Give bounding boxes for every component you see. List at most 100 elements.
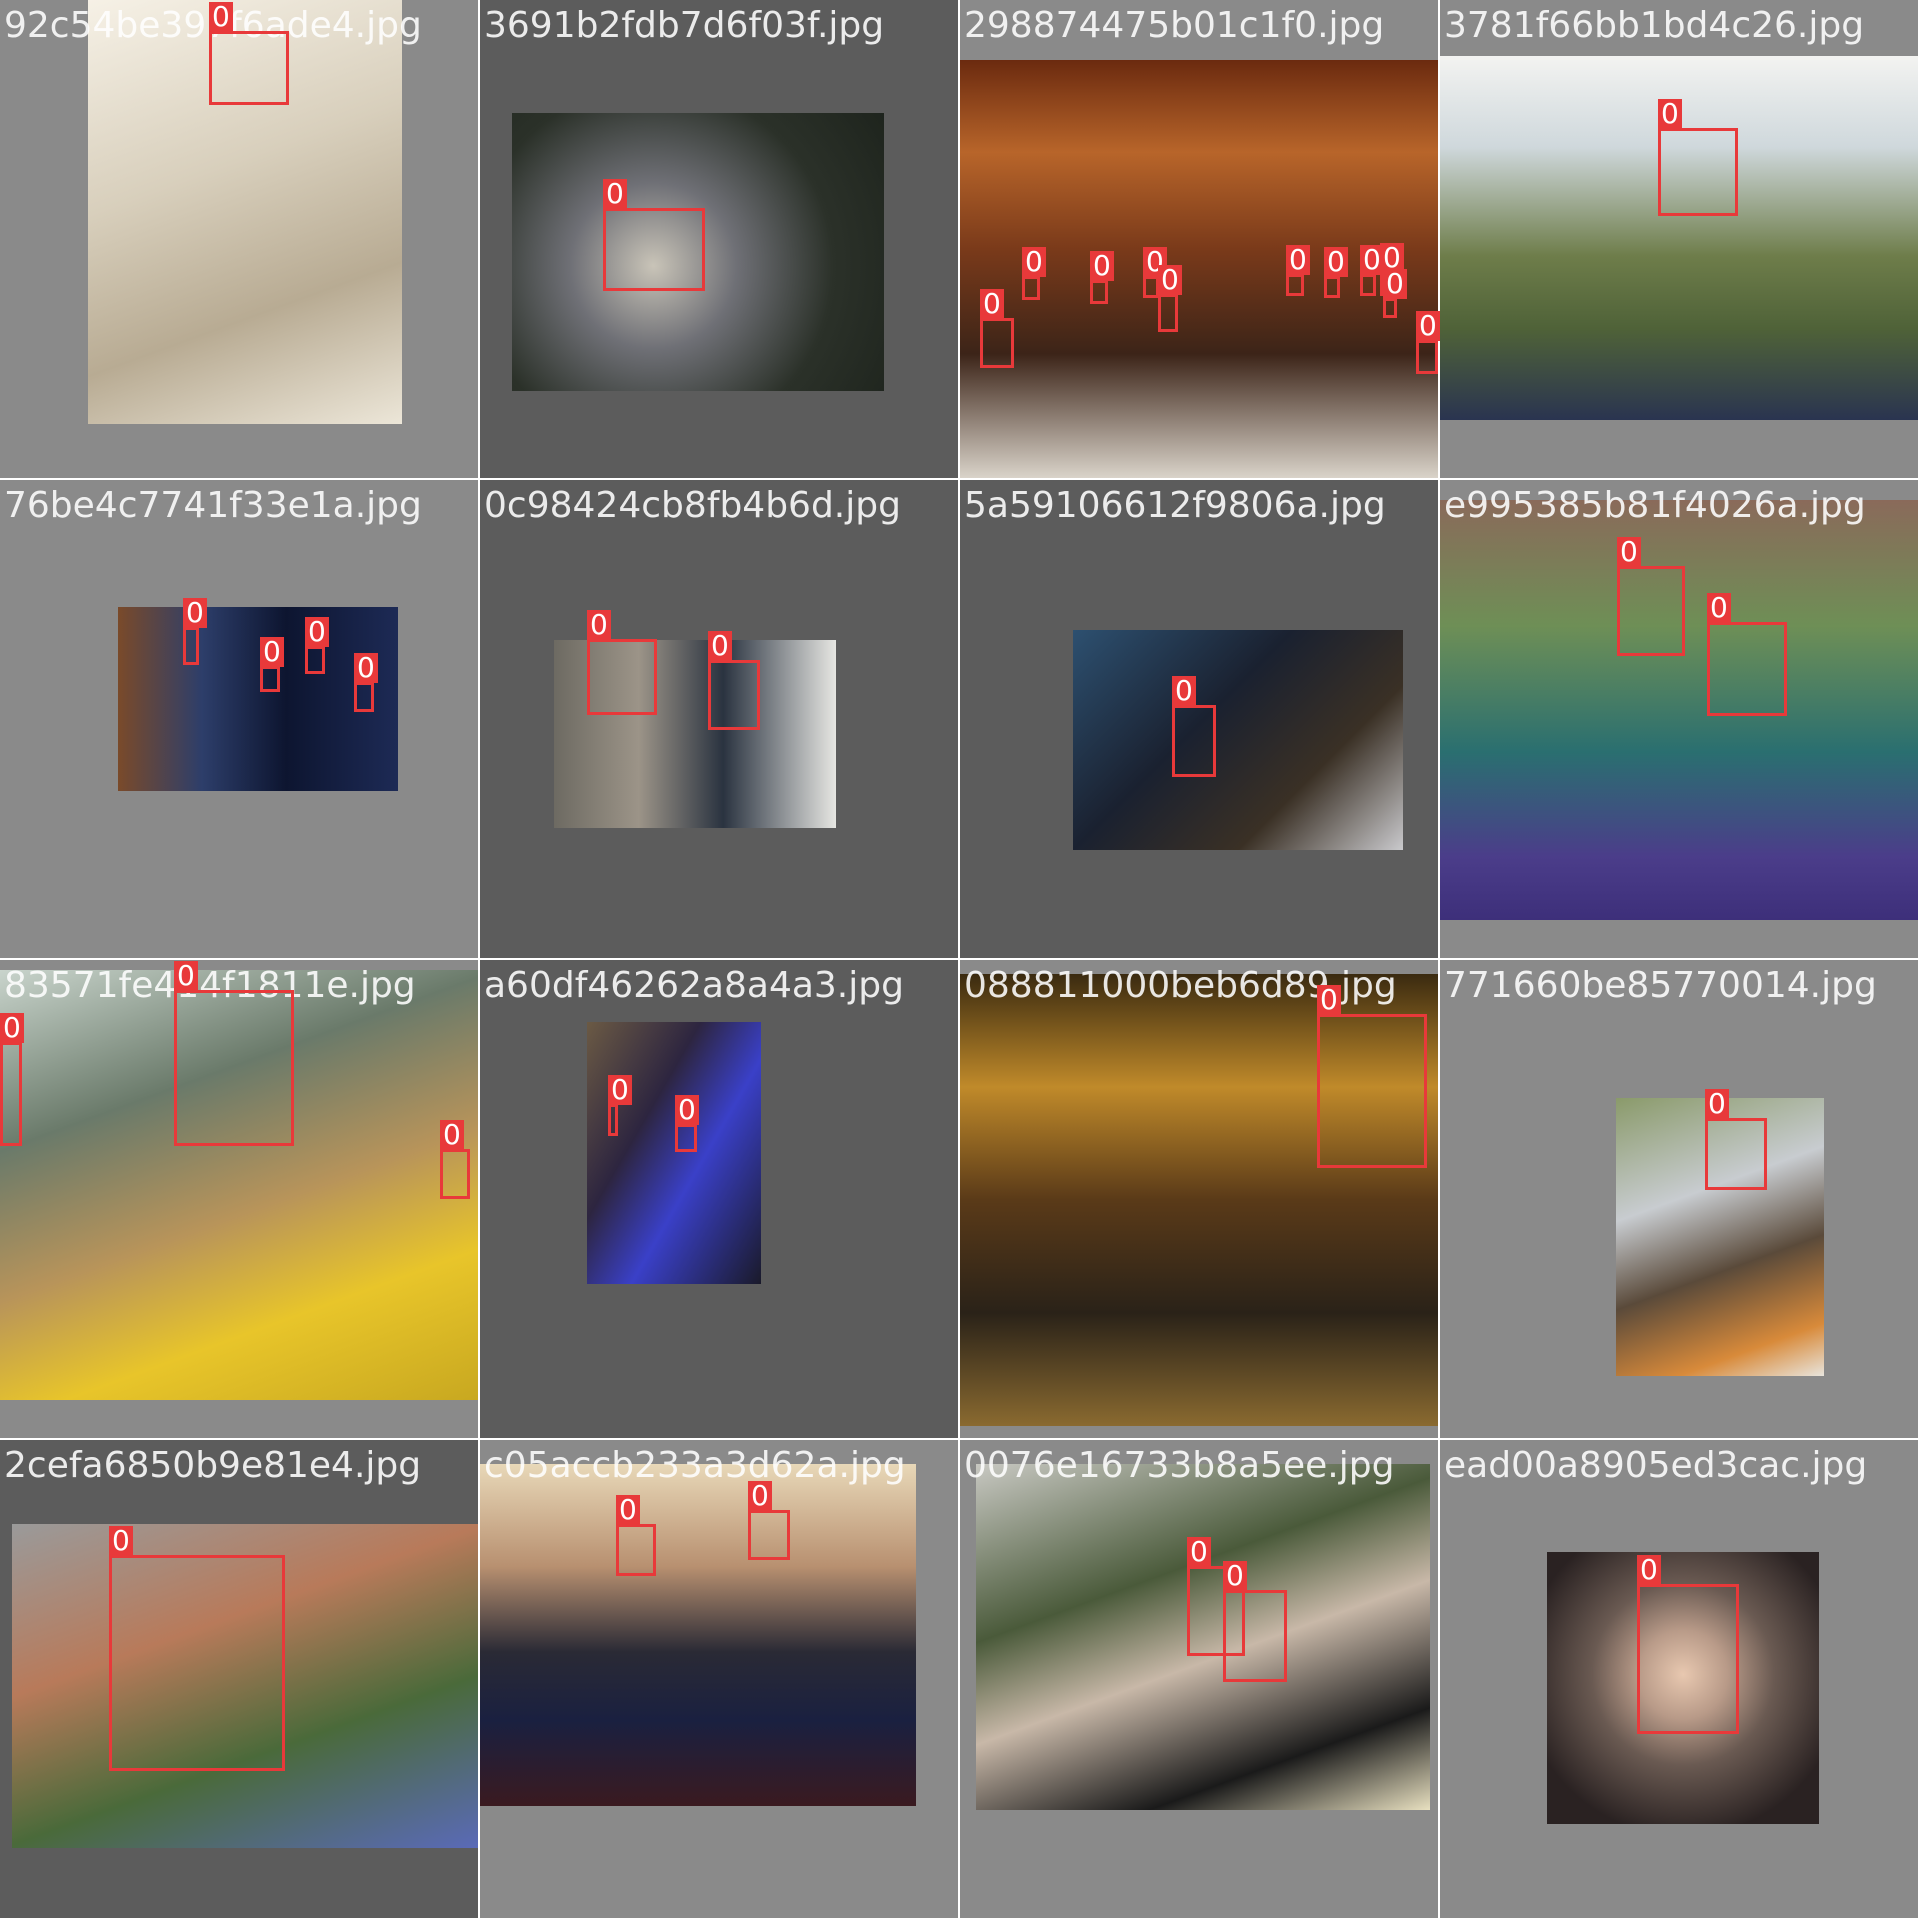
detection-box[interactable]: 0 — [209, 2, 289, 105]
detection-box[interactable]: 0 — [0, 1013, 24, 1146]
class-label: 0 — [183, 598, 207, 628]
detection-box[interactable]: 0 — [1383, 269, 1407, 318]
detection-box[interactable]: 0 — [1637, 1555, 1739, 1734]
detection-box[interactable]: 0 — [1324, 247, 1348, 298]
detection-box[interactable]: 0 — [587, 610, 657, 715]
detection-box[interactable]: 0 — [616, 1495, 656, 1576]
class-label: 0 — [1158, 265, 1182, 295]
class-label: 0 — [1317, 985, 1341, 1015]
class-label: 0 — [174, 961, 198, 991]
photo — [1440, 500, 1920, 920]
grid-tile[interactable]: e995385b81f4026a.jpg 0 0 — [1440, 480, 1920, 960]
class-label: 0 — [603, 179, 627, 209]
class-label: 0 — [980, 289, 1004, 319]
class-label: 0 — [1637, 1555, 1661, 1585]
tile-filename: 298874475b01c1f0.jpg — [964, 5, 1385, 46]
detection-box[interactable]: 0 — [1090, 251, 1114, 304]
class-label: 0 — [0, 1013, 24, 1043]
grid-tile[interactable]: 5a59106612f9806a.jpg 0 — [960, 480, 1440, 960]
class-label: 0 — [1172, 676, 1196, 706]
class-label: 0 — [440, 1120, 464, 1150]
class-label: 0 — [1090, 251, 1114, 281]
class-label: 0 — [587, 610, 611, 640]
grid-tile[interactable]: a60df46262a8a4a3.jpg 0 0 — [480, 960, 960, 1440]
photo — [1073, 630, 1403, 850]
grid-tile[interactable]: 771660be85770014.jpg 0 — [1440, 960, 1920, 1440]
detection-box[interactable]: 0 — [1286, 245, 1310, 296]
detection-box[interactable]: 0 — [1707, 593, 1787, 716]
grid-tile[interactable]: 0076e16733b8a5ee.jpg 0 0 — [960, 1440, 1440, 1920]
detection-box[interactable]: 0 — [748, 1481, 790, 1560]
tile-filename: 5a59106612f9806a.jpg — [964, 485, 1386, 526]
detection-box[interactable]: 0 — [708, 631, 760, 730]
photo — [587, 1022, 761, 1284]
tile-filename: 76be4c7741f33e1a.jpg — [4, 485, 422, 526]
class-label: 0 — [708, 631, 732, 661]
detection-box[interactable]: 0 — [1416, 311, 1440, 374]
detection-box[interactable]: 0 — [354, 653, 378, 712]
detection-box[interactable]: 0 — [1158, 265, 1182, 332]
photo — [480, 1464, 916, 1806]
class-label: 0 — [1617, 537, 1641, 567]
tile-filename: 771660be85770014.jpg — [1444, 965, 1877, 1006]
detection-box[interactable]: 0 — [109, 1526, 285, 1771]
detection-box[interactable]: 0 — [603, 179, 705, 291]
detection-box[interactable]: 0 — [608, 1075, 632, 1136]
image-grid: 92c54be397f6ade4.jpg 0 3691b2fdb7d6f03f.… — [0, 0, 1920, 1920]
detection-box[interactable]: 0 — [1705, 1089, 1767, 1190]
tile-filename: c05accb233a3d62a.jpg — [484, 1445, 906, 1486]
tile-filename: 0076e16733b8a5ee.jpg — [964, 1445, 1395, 1486]
class-label: 0 — [616, 1495, 640, 1525]
tile-filename: ead00a8905ed3cac.jpg — [1444, 1445, 1868, 1486]
grid-tile[interactable]: 2cefa6850b9e81e4.jpg 0 — [0, 1440, 480, 1920]
class-label: 0 — [1705, 1089, 1729, 1119]
detection-box[interactable]: 0 — [1022, 247, 1046, 300]
class-label: 0 — [675, 1095, 699, 1125]
detection-box[interactable]: 0 — [1317, 985, 1427, 1168]
grid-tile[interactable]: 76be4c7741f33e1a.jpg 0 0 0 0 — [0, 480, 480, 960]
detection-box[interactable]: 0 — [174, 961, 294, 1146]
grid-tile[interactable]: 0c98424cb8fb4b6d.jpg 0 0 — [480, 480, 960, 960]
tile-filename: 2cefa6850b9e81e4.jpg — [4, 1445, 422, 1486]
grid-tile[interactable]: 088811000beb6d89.jpg 0 — [960, 960, 1440, 1440]
class-label: 0 — [1658, 99, 1682, 129]
detection-box[interactable]: 0 — [183, 598, 207, 665]
grid-tile[interactable]: 298874475b01c1f0.jpg 0 0 0 0 0 0 0 0 0 0… — [960, 0, 1440, 480]
class-label: 0 — [209, 2, 233, 32]
class-label: 0 — [109, 1526, 133, 1556]
class-label: 0 — [1416, 311, 1440, 341]
class-label: 0 — [1187, 1537, 1211, 1567]
detection-box[interactable]: 0 — [1143, 247, 1167, 298]
tile-filename: 3691b2fdb7d6f03f.jpg — [484, 5, 885, 46]
detection-box[interactable]: 0 — [1172, 676, 1216, 777]
detection-box[interactable]: 0 — [675, 1095, 699, 1152]
detection-box[interactable]: 0 — [1617, 537, 1685, 656]
class-label: 0 — [354, 653, 378, 683]
class-label: 0 — [1707, 593, 1731, 623]
class-label: 0 — [1383, 269, 1407, 299]
detection-box[interactable]: 0 — [305, 617, 329, 674]
detection-box[interactable]: 0 — [440, 1120, 470, 1199]
grid-tile[interactable]: 83571fe414f1811e.jpg 0 0 0 — [0, 960, 480, 1440]
detection-box[interactable]: 0 — [1658, 99, 1738, 216]
grid-tile[interactable]: ead00a8905ed3cac.jpg 0 — [1440, 1440, 1920, 1920]
tile-filename: 0c98424cb8fb4b6d.jpg — [484, 485, 901, 526]
class-label: 0 — [1324, 247, 1348, 277]
detection-box[interactable]: 0 — [260, 637, 284, 692]
class-label: 0 — [1022, 247, 1046, 277]
detection-box[interactable]: 0 — [1360, 245, 1384, 296]
class-label: 0 — [748, 1481, 772, 1511]
class-label: 0 — [260, 637, 284, 667]
class-label: 0 — [608, 1075, 632, 1105]
tile-filename: e995385b81f4026a.jpg — [1444, 485, 1866, 526]
tile-filename: a60df46262a8a4a3.jpg — [484, 965, 904, 1006]
detection-box[interactable]: 0 — [1223, 1561, 1287, 1682]
grid-tile[interactable]: c05accb233a3d62a.jpg 0 0 — [480, 1440, 960, 1920]
class-label: 0 — [305, 617, 329, 647]
class-label: 0 — [1223, 1561, 1247, 1591]
grid-tile[interactable]: 3781f66bb1bd4c26.jpg 0 — [1440, 0, 1920, 480]
grid-tile[interactable]: 92c54be397f6ade4.jpg 0 — [0, 0, 480, 480]
class-label: 0 — [1286, 245, 1310, 275]
detection-box[interactable]: 0 — [980, 289, 1014, 368]
grid-tile[interactable]: 3691b2fdb7d6f03f.jpg 0 — [480, 0, 960, 480]
